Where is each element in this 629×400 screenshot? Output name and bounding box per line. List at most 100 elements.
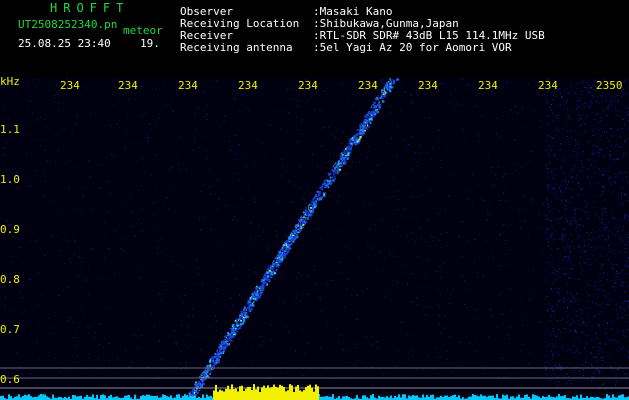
noise-speck — [446, 350, 448, 352]
burst-bar — [289, 384, 291, 400]
band-speck — [581, 90, 583, 92]
noise-speck — [29, 279, 31, 280]
band-speck — [561, 234, 563, 235]
trail-speck — [193, 391, 195, 395]
noise-speck — [285, 234, 287, 236]
trail-speck — [343, 149, 346, 152]
noise-speck — [247, 110, 249, 112]
band-speck — [593, 295, 595, 297]
noise-speck — [408, 184, 410, 186]
trail-speck — [325, 179, 327, 182]
trail-speck — [261, 284, 263, 286]
noise-speck — [614, 253, 616, 255]
noise-speck — [474, 239, 476, 240]
trail-speck — [227, 333, 229, 336]
band-speck — [606, 327, 608, 329]
bottom-bar — [22, 396, 24, 400]
noise-speck — [55, 311, 57, 313]
noise-speck — [55, 235, 57, 237]
noise-speck — [326, 325, 328, 327]
info-label-antenna: Receiving antenna — [180, 41, 293, 54]
trail-speck — [282, 255, 285, 258]
noise-speck — [30, 373, 32, 375]
noise-speck — [307, 274, 308, 276]
band-speck — [588, 88, 590, 90]
band-speck — [547, 228, 549, 230]
band-speck — [600, 117, 602, 119]
noise-speck — [450, 93, 452, 95]
noise-speck — [99, 323, 101, 325]
trail-speck — [368, 116, 371, 118]
band-speck — [600, 120, 602, 122]
trail-speck — [263, 282, 266, 285]
trail-speck — [311, 209, 314, 211]
noise-speck — [403, 139, 405, 141]
noise-speck — [54, 358, 56, 360]
band-speck — [563, 172, 565, 174]
band-speck — [545, 365, 547, 367]
noise-speck — [319, 146, 321, 148]
trail-speck — [292, 241, 295, 243]
band-speck — [568, 115, 570, 117]
noise-speck — [588, 315, 590, 316]
band-speck — [548, 308, 550, 310]
band-speck — [624, 92, 626, 94]
band-speck — [545, 163, 547, 165]
trail-speck — [332, 179, 335, 182]
noise-speck — [569, 91, 570, 93]
bottom-bar — [478, 396, 480, 400]
band-speck — [580, 118, 582, 119]
noise-speck — [602, 266, 603, 267]
noise-speck — [622, 332, 624, 334]
trail-speck — [252, 294, 255, 297]
noise-speck — [127, 115, 128, 116]
trail-speck — [335, 165, 338, 168]
bottom-bar — [192, 395, 194, 400]
noise-speck — [367, 129, 369, 131]
trail-speck — [272, 261, 274, 264]
noise-speck — [375, 270, 377, 272]
band-speck — [617, 129, 619, 131]
noise-speck — [27, 215, 28, 217]
trail-speck — [227, 335, 229, 337]
trail-speck — [322, 183, 324, 186]
trail-speck — [379, 97, 382, 100]
trail-speck — [257, 294, 259, 297]
noise-speck — [349, 248, 351, 250]
band-speck — [562, 228, 563, 230]
noise-speck — [463, 172, 465, 174]
noise-speck — [544, 355, 546, 357]
band-speck — [601, 277, 603, 279]
noise-speck — [101, 163, 103, 165]
band-speck — [600, 135, 602, 137]
noise-speck — [210, 326, 211, 328]
noise-speck — [2, 147, 4, 149]
noise-speck — [74, 346, 76, 348]
noise-speck — [359, 117, 361, 119]
band-speck — [626, 236, 628, 238]
trail-speck — [356, 140, 359, 143]
noise-speck — [13, 261, 15, 263]
noise-speck — [233, 216, 235, 217]
band-speck — [608, 178, 610, 180]
noise-speck — [239, 364, 241, 366]
noise-speck — [84, 148, 86, 150]
band-speck — [548, 145, 550, 147]
trail-speck — [222, 345, 225, 348]
noise-speck — [488, 155, 490, 157]
band-speck — [620, 272, 622, 274]
noise-speck — [597, 350, 599, 352]
band-speck — [618, 114, 620, 116]
band-speck — [625, 139, 627, 141]
band-speck — [603, 207, 605, 209]
band-speck — [562, 269, 564, 271]
trail-speck — [213, 364, 215, 367]
band-speck — [569, 118, 571, 120]
trail-speck — [308, 209, 311, 212]
band-speck — [552, 144, 554, 146]
noise-speck — [451, 181, 453, 183]
trail-speck — [262, 278, 264, 281]
band-speck — [611, 320, 613, 322]
noise-speck — [581, 81, 583, 83]
noise-speck — [398, 329, 400, 331]
